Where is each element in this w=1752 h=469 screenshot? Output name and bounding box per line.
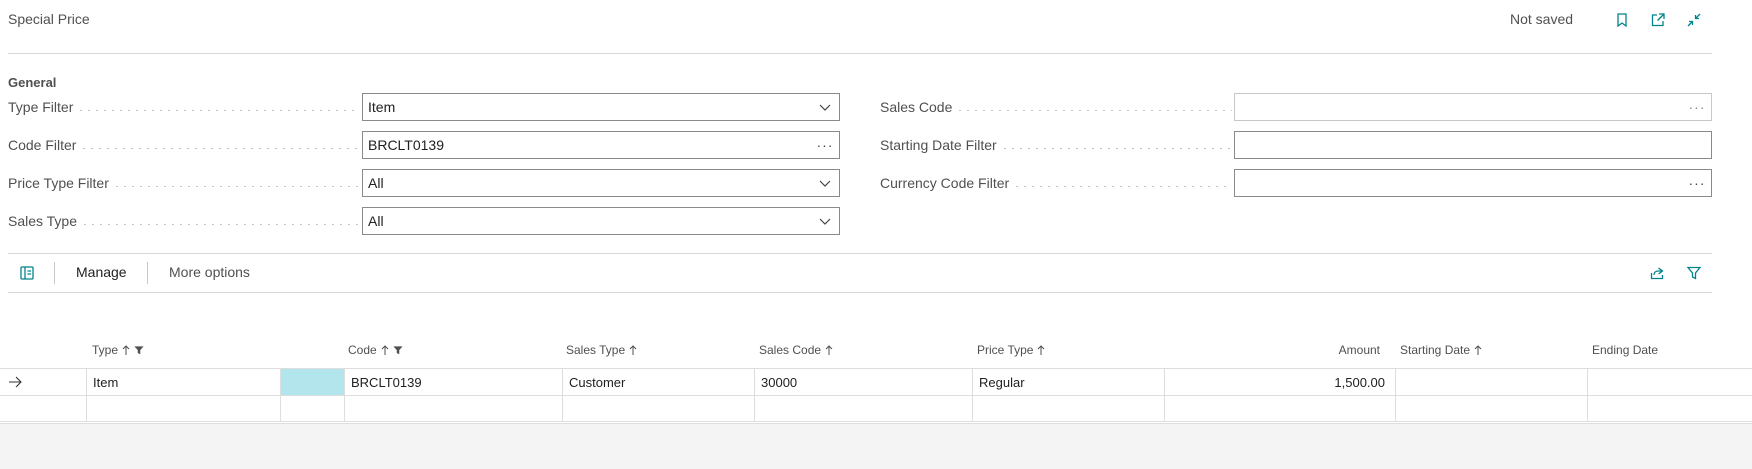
col-header-sales-code[interactable]: Sales Code [759, 340, 834, 360]
collapse-icon[interactable] [1682, 8, 1706, 32]
cell-selected-marker[interactable] [280, 369, 344, 395]
sort-ascending-icon [824, 344, 834, 356]
cell-starting-date[interactable] [1395, 396, 1587, 422]
bookmark-icon[interactable] [1610, 8, 1634, 32]
price-type-filter-dropdown[interactable]: All [362, 169, 840, 197]
lookup-ellipsis-icon[interactable]: ··· [1683, 170, 1711, 196]
cell-price-type[interactable] [972, 396, 1164, 422]
sales-code-input[interactable]: ··· [1234, 93, 1712, 121]
cell-marker[interactable] [280, 396, 344, 422]
chevron-down-icon[interactable] [811, 94, 839, 120]
currency-code-filter-input[interactable]: ··· [1234, 169, 1712, 197]
column-filter-icon [393, 345, 403, 356]
lookup-ellipsis-icon[interactable]: ··· [811, 132, 839, 158]
col-header-starting-date[interactable]: Starting Date [1400, 340, 1483, 360]
code-filter-value: BRCLT0139 [368, 137, 445, 153]
code-filter-label: Code Filter [8, 135, 360, 155]
cell-ending-date[interactable] [1587, 396, 1752, 422]
cell-type[interactable]: Item [86, 369, 280, 395]
section-title-general: General [8, 75, 57, 90]
sales-type-value: All [368, 213, 384, 229]
sales-type-label: Sales Type [8, 211, 360, 231]
cell-type[interactable] [86, 396, 280, 422]
page-footer-area [0, 423, 1752, 469]
filter-icon[interactable] [1680, 259, 1708, 287]
header-divider [8, 53, 1712, 54]
sort-ascending-icon [1473, 344, 1483, 356]
table-row[interactable] [0, 395, 1752, 422]
type-filter-value: Item [368, 99, 396, 115]
sort-ascending-icon [121, 344, 131, 356]
col-header-price-type[interactable]: Price Type [977, 340, 1046, 360]
sort-ascending-icon [628, 344, 638, 356]
cell-sales-type[interactable] [562, 396, 754, 422]
open-new-window-icon[interactable] [1646, 8, 1670, 32]
cell-price-type[interactable]: Regular [972, 369, 1164, 395]
starting-date-filter-input[interactable] [1234, 131, 1712, 159]
col-header-sales-type[interactable]: Sales Type [566, 340, 638, 360]
page-title: Special Price [8, 11, 90, 27]
action-bar: Manage More options [8, 253, 1712, 293]
cell-code[interactable] [344, 396, 562, 422]
sort-ascending-icon [380, 344, 390, 356]
column-filter-icon [134, 345, 144, 356]
cell-sales-code[interactable] [754, 396, 972, 422]
manage-button[interactable]: Manage [76, 264, 127, 280]
sales-code-label: Sales Code [880, 97, 1232, 117]
sales-type-dropdown[interactable]: All [362, 207, 840, 235]
cell-starting-date[interactable] [1395, 369, 1587, 395]
type-filter-label: Type Filter [8, 97, 360, 117]
col-header-type[interactable]: Type [92, 340, 144, 360]
starting-date-filter-label: Starting Date Filter [880, 135, 1232, 155]
col-header-amount[interactable]: Amount [1164, 340, 1380, 360]
code-filter-input[interactable]: BRCLT0139 ··· [362, 131, 840, 159]
col-header-code[interactable]: Code [348, 340, 403, 360]
page-header: Special Price Not saved [0, 0, 1752, 54]
share-icon[interactable] [1643, 259, 1671, 287]
price-type-filter-label: Price Type Filter [8, 173, 360, 193]
more-options-button[interactable]: More options [169, 264, 250, 280]
type-filter-dropdown[interactable]: Item [362, 93, 840, 121]
chevron-down-icon[interactable] [811, 208, 839, 234]
cell-sales-code[interactable]: 30000 [754, 369, 972, 395]
chevron-down-icon[interactable] [811, 170, 839, 196]
cell-amount[interactable]: 1,500.00 [1164, 369, 1395, 395]
table-row[interactable]: Item BRCLT0139 Customer 30000 Regular 1,… [0, 368, 1752, 395]
cell-sales-type[interactable]: Customer [562, 369, 754, 395]
cell-code[interactable]: BRCLT0139 [344, 369, 562, 395]
price-type-filter-value: All [368, 175, 384, 191]
currency-code-filter-label: Currency Code Filter [880, 173, 1232, 193]
current-row-arrow-icon [0, 369, 86, 395]
save-status: Not saved [1510, 11, 1574, 27]
col-header-ending-date[interactable]: Ending Date [1592, 340, 1658, 360]
lookup-ellipsis-icon[interactable]: ··· [1683, 94, 1711, 120]
cell-amount[interactable] [1164, 396, 1395, 422]
cell-ending-date[interactable] [1587, 369, 1752, 395]
actions-bottom-divider [8, 292, 1712, 293]
layout-icon[interactable] [13, 259, 41, 287]
sort-ascending-icon [1036, 344, 1046, 356]
